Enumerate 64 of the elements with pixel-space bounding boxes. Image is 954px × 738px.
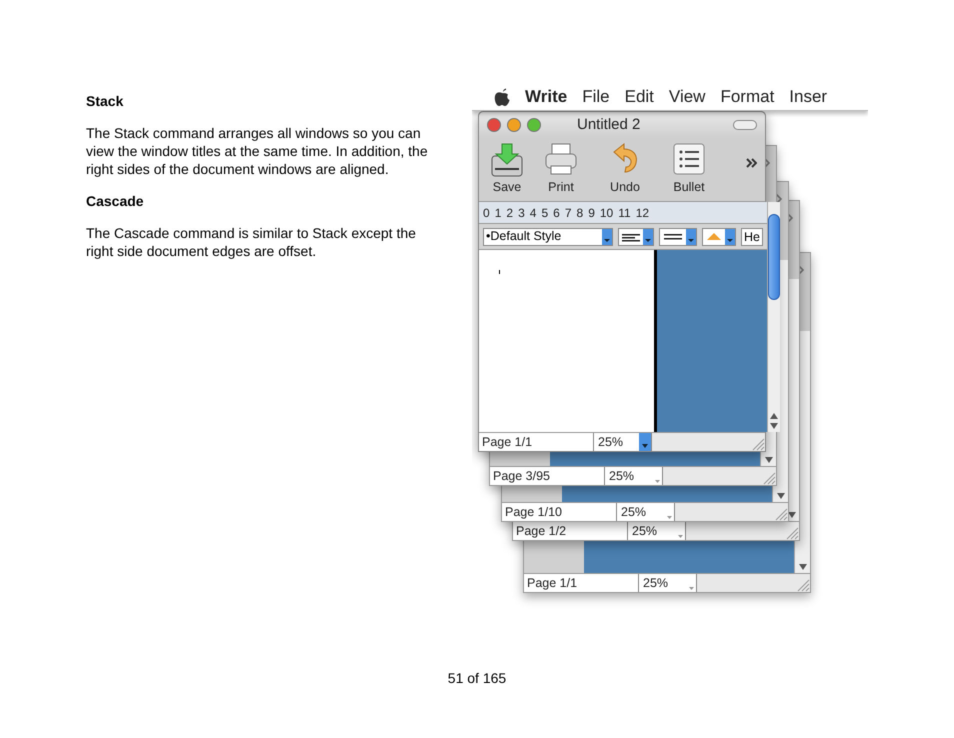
- zoom-button[interactable]: [527, 118, 541, 132]
- scroll-up-arrow-icon: [768, 412, 779, 420]
- menu-item[interactable]: Edit: [624, 84, 654, 110]
- scroll-down-arrow-icon: [764, 456, 774, 464]
- line-spacing-icon: [664, 234, 682, 240]
- menu-item[interactable]: View: [668, 84, 706, 110]
- ruler-number: 4: [530, 206, 536, 218]
- dropdown-arrow-icon: [667, 516, 672, 519]
- toolbar-button[interactable]: Undo: [605, 142, 645, 197]
- scroll-thumb[interactable]: [768, 214, 780, 300]
- close-button[interactable]: [487, 118, 501, 132]
- scroll-down-arrow-icon: [798, 563, 808, 571]
- paragraph: The Stack command arranges all windows so you can view the window titles at the same time. In addition, the right sides of the document windows are aligned.: [86, 124, 429, 178]
- toolbar-button[interactable]: Save: [487, 142, 527, 197]
- color-popup[interactable]: [702, 228, 736, 246]
- ruler-number: 9: [588, 206, 595, 218]
- highlight-triangle-icon: [707, 233, 721, 240]
- dropdown-arrow-icon: [678, 535, 683, 538]
- ruler-number: 8: [576, 206, 584, 218]
- alignment-popup[interactable]: [618, 228, 654, 246]
- zoom-popup[interactable]: 25%: [617, 503, 675, 521]
- toolbar-button[interactable]: Bullet: [669, 142, 709, 197]
- section-heading: Cascade: [86, 192, 145, 210]
- apple-logo-icon: [492, 86, 512, 108]
- dropdown-arrow-icon: [689, 587, 694, 590]
- ruler-number: 0: [483, 206, 490, 218]
- ruler-number: 6: [553, 206, 560, 218]
- menu-item[interactable]: Inser: [789, 84, 828, 110]
- style-popup[interactable]: •Default Style: [483, 228, 613, 246]
- scroll-down-arrow-icon: [786, 511, 796, 519]
- page-indicator: Page 1/1: [479, 433, 594, 451]
- ruler-number: 3: [518, 206, 525, 218]
- zoom-popup[interactable]: 25%: [605, 467, 663, 485]
- spacing-popup[interactable]: [659, 228, 697, 246]
- zoom-popup[interactable]: 25%: [639, 574, 697, 592]
- menu-item[interactable]: Format: [720, 84, 774, 110]
- ruler-number: 12: [636, 206, 650, 218]
- toolbar-toggle-button[interactable]: [733, 120, 757, 130]
- page-indicator: Page 1/1: [524, 574, 639, 592]
- page-number: 51 of 165: [448, 669, 506, 688]
- page-indicator: Page 3/95: [490, 467, 605, 485]
- section-heading: Stack: [86, 92, 124, 110]
- app-menu[interactable]: Write: [525, 84, 568, 110]
- ruler-number: 11: [618, 206, 631, 218]
- dropdown-arrow-icon: [655, 480, 660, 483]
- menu-item[interactable]: File: [582, 84, 610, 110]
- ruler-number: 10: [600, 206, 614, 218]
- font-popup[interactable]: He: [741, 228, 763, 246]
- zoom-popup[interactable]: 25%: [628, 522, 686, 540]
- zoom-popup[interactable]: 25%: [594, 433, 652, 451]
- window-title: Untitled 2: [577, 114, 642, 135]
- page-indicator: Page 1/10: [502, 503, 617, 521]
- toolbar-button[interactable]: Print: [541, 142, 581, 197]
- ruler-number: 1: [494, 206, 502, 218]
- ruler-number: 2: [506, 206, 514, 218]
- page-indicator: Page 1/2: [513, 522, 628, 540]
- overflow-chevron-icon: [746, 158, 757, 168]
- scroll-down-arrow-icon: [776, 492, 786, 500]
- minimize-button[interactable]: [507, 118, 521, 132]
- ruler-number: 5: [541, 206, 548, 218]
- paragraph: The Cascade command is similar to Stack except the right side document edges are offset.: [86, 224, 417, 260]
- drive-download-icon: [490, 142, 524, 178]
- ruler-number: 7: [564, 206, 572, 218]
- text-cursor: [499, 270, 500, 274]
